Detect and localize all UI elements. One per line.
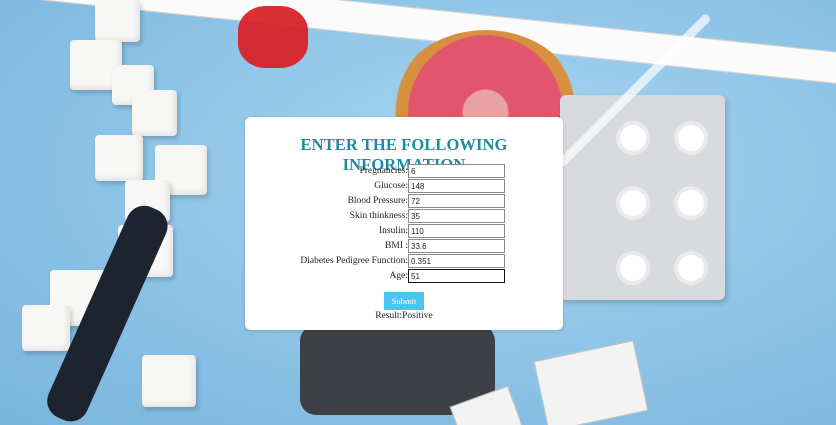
sugar-cube [22, 305, 70, 351]
bmi-input[interactable] [408, 239, 505, 253]
pill-blister-pack [560, 95, 725, 300]
skin-thickness-input[interactable] [408, 209, 505, 223]
sugar-cube [142, 355, 196, 407]
field-row-glucose: Glucose: [245, 179, 563, 193]
insulin-input[interactable] [408, 224, 505, 238]
skin-thickness-label: Skin thinkness: [349, 211, 408, 221]
result-text: Result:Positive [375, 311, 433, 321]
paper-card [533, 340, 649, 425]
submit-button[interactable]: Submit [384, 292, 424, 310]
age-input[interactable] [408, 269, 505, 283]
field-row-skin-thickness: Skin thinkness: [245, 209, 563, 223]
blood-pressure-input[interactable] [408, 194, 505, 208]
blood-pressure-label: Blood Pressure: [347, 196, 408, 206]
field-row-age: Age: [245, 269, 563, 283]
pregnancies-input[interactable] [408, 164, 505, 178]
age-label: Age: [389, 271, 408, 281]
diabetes-pedigree-label: Diabetes Pedigree Function: [300, 256, 408, 266]
sugar-cube [95, 135, 143, 181]
diabetes-pedigree-input[interactable] [408, 254, 505, 268]
field-row-pregnancies: Pregnancies: [245, 164, 563, 178]
field-row-diabetes-pedigree: Diabetes Pedigree Function: [245, 254, 563, 268]
field-row-insulin: Insulin: [245, 224, 563, 238]
bmi-label: BMI : [385, 241, 408, 251]
field-row-blood-pressure: Blood Pressure: [245, 194, 563, 208]
glucose-label: Glucose: [374, 181, 408, 191]
gummy-bear [238, 6, 308, 68]
sugar-cube [132, 90, 177, 136]
insulin-label: Insulin: [378, 226, 408, 236]
glucose-input[interactable] [408, 179, 505, 193]
sugar-cube [95, 0, 140, 42]
field-row-bmi: BMI : [245, 239, 563, 253]
form-panel: ENTER THE FOLLOWING INFORMATION Pregnanc… [245, 117, 563, 330]
pregnancies-label: Pregnancies: [359, 166, 408, 176]
